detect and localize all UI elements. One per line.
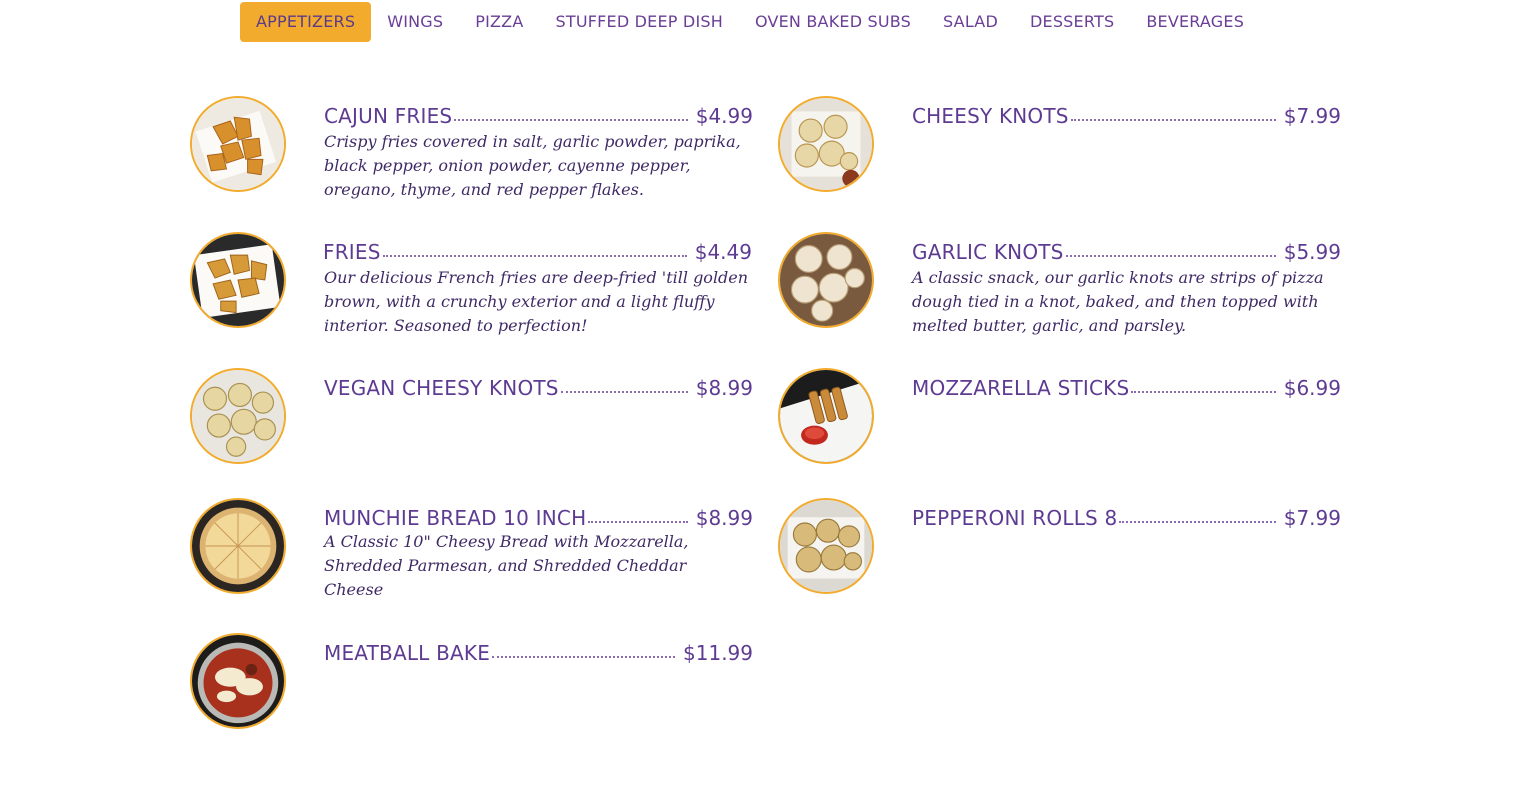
item-name: VEGAN CHEESY KNOTS <box>324 376 559 400</box>
menu-item[interactable]: FRIES $4.49 Our delicious French fries a… <box>190 232 753 342</box>
waffle-fries-photo[interactable] <box>190 96 286 192</box>
item-price: $7.99 <box>1283 506 1341 530</box>
leader-dots <box>454 118 688 121</box>
menu-item[interactable]: MUNCHIE BREAD 10 INCH $8.99 A Classic 10… <box>190 498 753 608</box>
leader-dots <box>382 254 687 257</box>
menu-item[interactable]: VEGAN CHEESY KNOTS $8.99 <box>190 368 753 478</box>
leader-dots <box>588 520 688 523</box>
pepperoni-rolls-photo[interactable] <box>778 498 874 594</box>
item-name: CHEESY KNOTS <box>912 104 1069 128</box>
item-price: $8.99 <box>695 376 753 400</box>
tab-wings[interactable]: WINGS <box>371 2 459 42</box>
item-price: $11.99 <box>683 641 753 665</box>
waffle-fries-photo[interactable] <box>190 232 286 328</box>
item-price: $5.99 <box>1283 240 1341 264</box>
item-description: Crispy fries covered in salt, garlic pow… <box>324 132 741 199</box>
leader-dots <box>1065 254 1276 257</box>
menu-item[interactable]: MOZZARELLA STICKS $6.99 <box>778 368 1341 478</box>
item-price: $7.99 <box>1283 104 1341 128</box>
tab-salad[interactable]: SALAD <box>927 2 1014 42</box>
item-name: FRIES <box>323 240 381 264</box>
item-name: MOZZARELLA STICKS <box>912 376 1130 400</box>
leader-dots <box>1131 390 1276 393</box>
cheesy-knots-photo[interactable] <box>778 96 874 192</box>
tab-pizza[interactable]: PIZZA <box>459 2 539 42</box>
menu-item[interactable]: CHEESY KNOTS $7.99 <box>778 96 1341 206</box>
menu-item[interactable]: PEPPERONI ROLLS 8 $7.99 <box>778 498 1341 608</box>
mozzarella-sticks-photo[interactable] <box>778 368 874 464</box>
item-price: $6.99 <box>1283 376 1341 400</box>
leader-dots <box>492 655 676 658</box>
tab-oven-baked-subs[interactable]: OVEN BAKED SUBS <box>739 2 927 42</box>
item-name: CAJUN FRIES <box>324 104 453 128</box>
leader-dots <box>1070 118 1276 121</box>
leader-dots <box>560 390 688 393</box>
item-description: A classic snack, our garlic knots are st… <box>912 268 1324 335</box>
meatball-bake-photo[interactable] <box>190 633 286 729</box>
leader-dots <box>1119 520 1276 523</box>
category-tabs: APPETIZERS WINGS PIZZA STUFFED DEEP DISH… <box>240 2 1260 42</box>
item-description: A Classic 10" Cheesy Bread with Mozzarel… <box>324 532 689 599</box>
item-price: $4.99 <box>695 104 753 128</box>
item-name: GARLIC KNOTS <box>912 240 1064 264</box>
item-name: PEPPERONI ROLLS 8 <box>912 506 1118 530</box>
item-description: Our delicious French fries are deep-frie… <box>324 268 749 335</box>
tab-desserts[interactable]: DESSERTS <box>1014 2 1130 42</box>
tab-appetizers[interactable]: APPETIZERS <box>240 2 372 42</box>
garlic-knots-photo[interactable] <box>778 232 874 328</box>
menu-item[interactable]: CAJUN FRIES $4.99 Crispy fries covered i… <box>190 96 753 206</box>
tab-beverages[interactable]: BEVERAGES <box>1130 2 1260 42</box>
cheese-bread-photo[interactable] <box>190 498 286 594</box>
item-price: $8.99 <box>695 506 753 530</box>
item-name: MUNCHIE BREAD 10 INCH <box>324 506 587 530</box>
item-name: MEATBALL BAKE <box>324 641 491 665</box>
item-price: $4.49 <box>694 240 752 264</box>
menu-item[interactable]: MEATBALL BAKE $11.99 <box>190 633 753 743</box>
vegan-knots-photo[interactable] <box>190 368 286 464</box>
menu-item[interactable]: GARLIC KNOTS $5.99 A classic snack, our … <box>778 232 1341 342</box>
tab-stuffed-deep-dish[interactable]: STUFFED DEEP DISH <box>539 2 738 42</box>
